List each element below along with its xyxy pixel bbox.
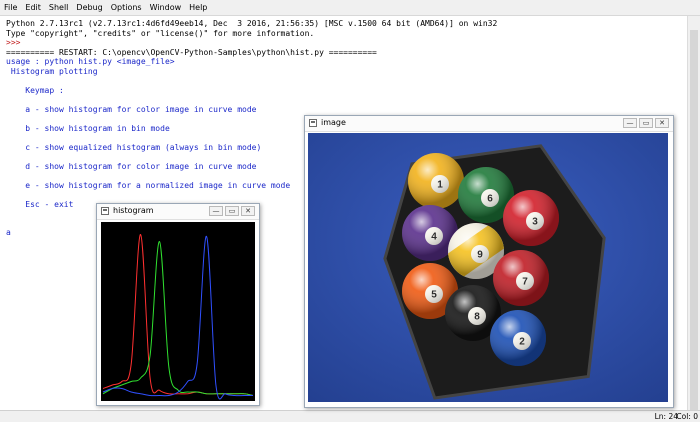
histogram-window[interactable]: histogram — ▭ ✕ [96, 203, 260, 406]
shell-line: Keymap : [6, 85, 64, 95]
image-window[interactable]: image — ▭ ✕ 163497582 [304, 115, 674, 408]
maximize-button[interactable]: ▭ [225, 206, 239, 216]
menu-shell[interactable]: Shell [45, 0, 73, 15]
histogram-window-title: histogram [113, 206, 154, 215]
histogram-canvas [101, 222, 255, 401]
ball-shine [503, 190, 559, 246]
ball-shine [408, 153, 464, 209]
shell-line: a - show histogram for color image in cu… [6, 104, 257, 114]
shell-line: b - show histogram in bin mode [6, 123, 170, 133]
shell-line: Type "copyright", "credits" or "license(… [6, 28, 315, 38]
shell-line: usage : python hist.py <image_file> [6, 57, 175, 66]
shell-line: Esc - exit [6, 199, 74, 209]
window-app-icon [309, 119, 317, 127]
minimize-button[interactable]: — [209, 206, 223, 216]
menu-edit[interactable]: Edit [21, 0, 45, 15]
maximize-button[interactable]: ▭ [639, 118, 653, 128]
window-app-icon [101, 207, 109, 215]
photo-canvas: 163497582 [308, 133, 670, 404]
image-titlebar[interactable]: image — ▭ ✕ [305, 116, 673, 132]
shell-scrollbar[interactable] [687, 16, 700, 410]
shell-line: Histogram plotting [6, 66, 98, 76]
shell-line: e - show histogram for a normalized imag… [6, 180, 291, 190]
menu-window[interactable]: Window [146, 0, 186, 15]
minimize-button[interactable]: — [623, 118, 637, 128]
menu-file[interactable]: File [0, 0, 21, 15]
menu-debug[interactable]: Debug [72, 0, 106, 15]
menu-bar: File Edit Shell Debug Options Window Help [0, 0, 700, 16]
shell-line: Python 2.7.13rc1 (v2.7.13rc1:4d6fd49eeb1… [6, 19, 498, 28]
ball-shine [490, 310, 546, 366]
histogram-plot [102, 233, 254, 400]
close-button[interactable]: ✕ [655, 118, 669, 128]
shell-line: d - show histogram for color image in cu… [6, 161, 257, 171]
shell-line: >>> [6, 38, 26, 47]
status-col: Col: 0 [676, 412, 698, 421]
billiard-balls-photo: 163497582 [308, 133, 668, 402]
image-window-title: image [321, 118, 346, 127]
menu-options[interactable]: Options [107, 0, 146, 15]
status-bar: Ln: 24 Col: 0 [0, 410, 700, 422]
histogram-curve-2 [102, 235, 253, 400]
menu-help[interactable]: Help [185, 0, 211, 15]
histogram-titlebar[interactable]: histogram — ▭ ✕ [97, 204, 259, 220]
histogram-curve-0 [102, 233, 254, 396]
scrollbar-thumb[interactable] [690, 30, 698, 410]
histogram-curve-1 [102, 240, 254, 396]
shell-line: ========== RESTART: C:\opencv\OpenCV-Pyt… [6, 47, 377, 57]
close-button[interactable]: ✕ [241, 206, 255, 216]
shell-line: c - show equalized histogram (always in … [6, 142, 262, 152]
shell-line: a [6, 228, 11, 237]
status-line: Ln: 24 [654, 412, 678, 421]
ball-shine [493, 250, 549, 306]
